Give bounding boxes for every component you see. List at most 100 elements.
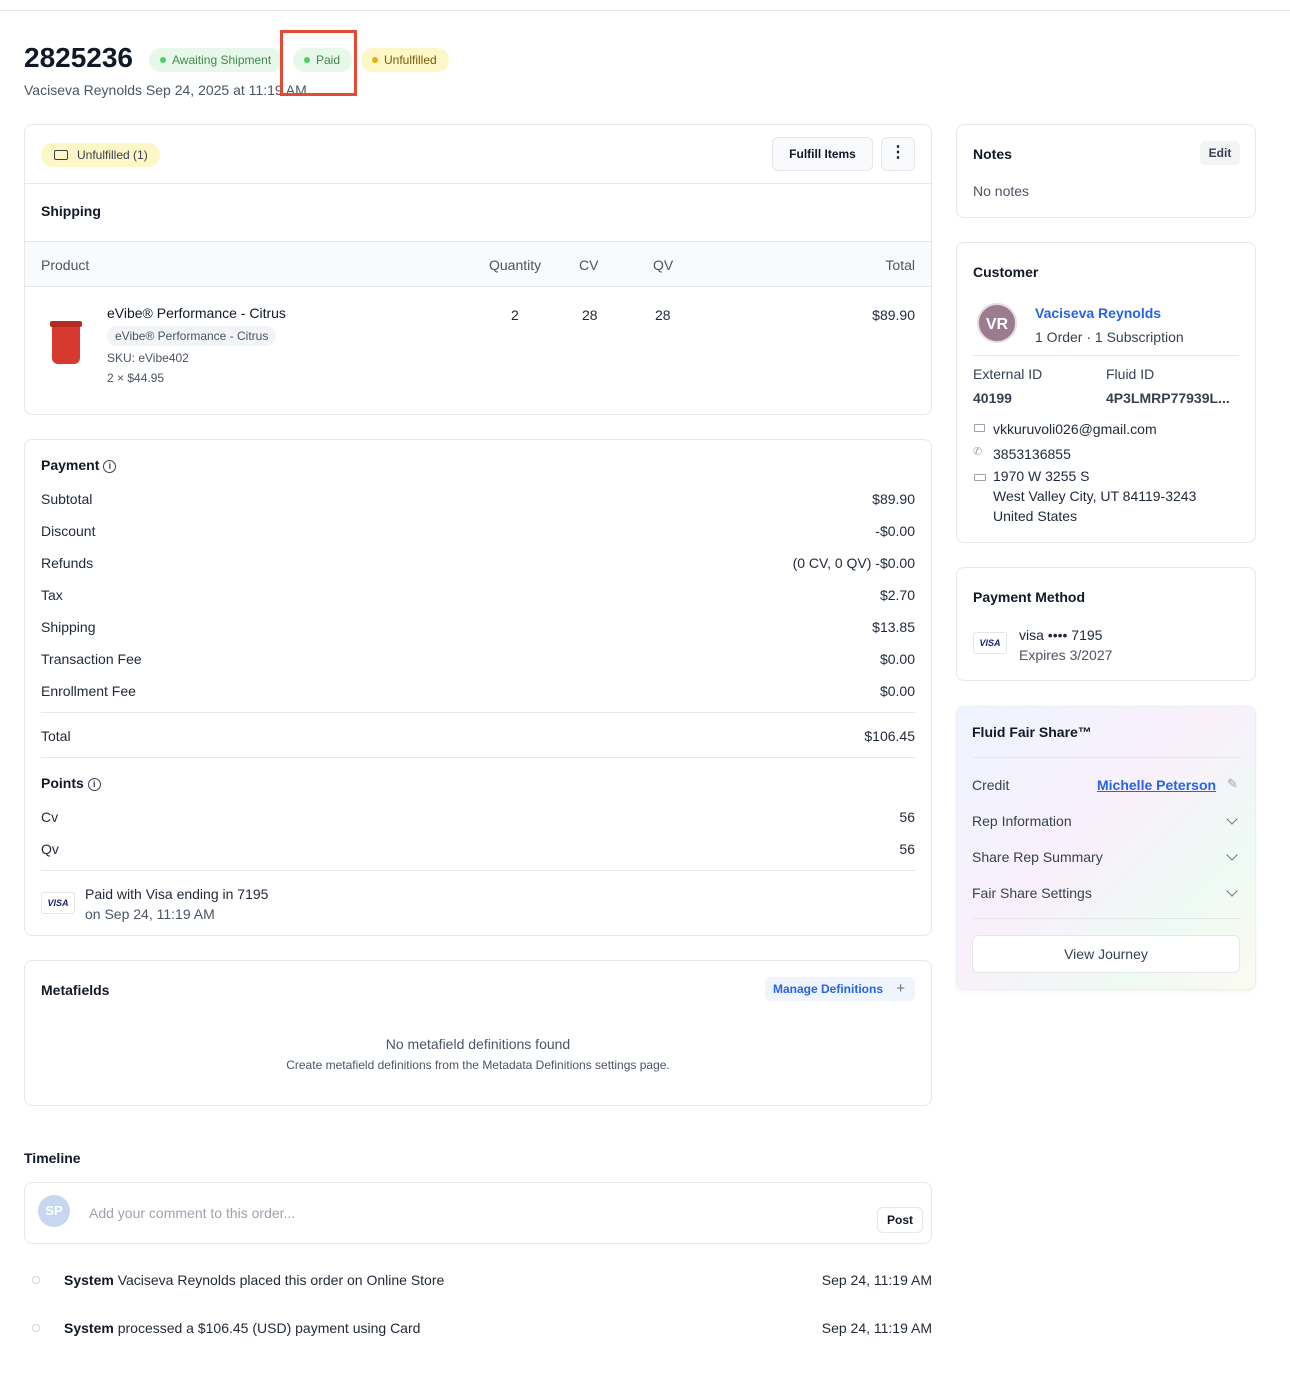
top-divider bbox=[0, 10, 1290, 11]
payment-title: Payment i bbox=[41, 457, 117, 473]
payment-row-value: $0.00 bbox=[879, 683, 915, 699]
divider bbox=[973, 355, 1239, 356]
external-id-value: 40199 bbox=[973, 390, 1012, 406]
credit-label: Credit bbox=[972, 777, 1010, 793]
payment-row-value: $89.90 bbox=[872, 491, 915, 507]
post-button[interactable]: Post bbox=[877, 1207, 923, 1233]
fulfillment-card: Unfulfilled (1) Fulfill Items ⋮ Shipping… bbox=[24, 124, 932, 415]
fair-share-card: Fluid Fair Share™ Credit Michelle Peters… bbox=[956, 706, 1256, 990]
payment-card: Payment i Subtotal $89.90 Discount -$0.00 Ref… bbox=[24, 439, 932, 936]
truck-icon bbox=[974, 474, 986, 481]
notes-title: Notes bbox=[973, 146, 1012, 162]
notes-empty: No notes bbox=[973, 183, 1030, 199]
chevron-down-icon[interactable] bbox=[1226, 849, 1238, 861]
visa-logo-icon: VISA bbox=[41, 892, 75, 914]
chevron-down-icon[interactable] bbox=[1226, 885, 1238, 897]
column-total: Total bbox=[885, 257, 915, 273]
customer-email[interactable]: vkkuruvoli026@gmail.com bbox=[993, 421, 1157, 437]
highlight-box bbox=[280, 30, 357, 96]
more-options-button[interactable]: ⋮ bbox=[881, 137, 915, 171]
fulfill-items-button[interactable]: Fulfill Items bbox=[772, 137, 873, 171]
payment-row-label: Discount bbox=[41, 523, 96, 539]
share-rep-summary-toggle[interactable]: Share Rep Summary bbox=[972, 849, 1103, 865]
customer-phone[interactable]: 3853136855 bbox=[993, 446, 1071, 462]
notes-card: Notes Edit No notes bbox=[956, 124, 1256, 218]
order-subtitle: Vaciseva Reynolds Sep 24, 2025 at 11:19 … bbox=[24, 82, 307, 98]
customer-avatar: VR bbox=[977, 303, 1017, 343]
column-product: Product bbox=[41, 257, 90, 273]
payment-method-title: Payment Method bbox=[973, 589, 1086, 605]
customer-counts: 1 Order · 1 Subscription bbox=[1035, 329, 1184, 345]
view-journey-button[interactable]: View Journey bbox=[972, 935, 1240, 973]
box-icon bbox=[54, 150, 68, 160]
product-variant-chip: eVibe® Performance - Citrus bbox=[107, 326, 277, 346]
customer-title: Customer bbox=[973, 264, 1039, 280]
payment-method-card: Payment Method VISA visa •••• 7195 Expir… bbox=[956, 567, 1256, 681]
timeline-dot bbox=[32, 1324, 40, 1332]
payment-row-value: $0.00 bbox=[879, 651, 915, 667]
column-qv: QV bbox=[653, 257, 674, 273]
order-number: 2825236 bbox=[24, 42, 134, 73]
fair-share-settings-toggle[interactable]: Fair Share Settings bbox=[972, 885, 1092, 901]
points-row-label: Cv bbox=[41, 809, 59, 825]
column-cv: CV bbox=[579, 257, 599, 273]
email-icon bbox=[974, 424, 985, 432]
payment-row-value: -$0.00 bbox=[875, 523, 915, 539]
divider bbox=[41, 712, 915, 713]
info-icon[interactable]: i bbox=[103, 459, 117, 473]
address-country: United States bbox=[993, 508, 1078, 524]
payment-row-label: Shipping bbox=[41, 619, 96, 635]
metafields-empty-title: No metafield definitions found bbox=[385, 1036, 571, 1052]
divider bbox=[41, 757, 915, 758]
product-thumbnail bbox=[50, 321, 82, 364]
visa-logo-icon: VISA bbox=[973, 632, 1007, 654]
total-label: Total bbox=[41, 728, 71, 744]
address-line1: 1970 W 3255 S bbox=[993, 468, 1090, 484]
metafields-empty-desc: Create metafield definitions from the Me… bbox=[286, 1058, 670, 1072]
card-number: visa •••• 7195 bbox=[1019, 627, 1103, 643]
unfulfilled-badge: Unfulfilled bbox=[361, 48, 449, 72]
timeline-event-time: Sep 24, 11:19 AM bbox=[821, 1272, 932, 1288]
manage-definitions-button[interactable]: Manage Definitions + bbox=[765, 977, 916, 1001]
payment-row-label: Refunds bbox=[41, 555, 94, 571]
paid-with-text: Paid with Visa ending in 7195 bbox=[85, 886, 269, 902]
divider bbox=[25, 183, 931, 184]
timeline-dot bbox=[32, 1276, 40, 1284]
points-row-value: 56 bbox=[899, 809, 915, 825]
product-unit-price: 2 × $44.95 bbox=[107, 371, 165, 385]
product-name[interactable]: eVibe® Performance - Citrus bbox=[107, 305, 286, 321]
timeline-event: System Vaciseva Reynolds placed this ord… bbox=[64, 1272, 445, 1288]
edit-notes-button[interactable]: Edit bbox=[1200, 141, 1240, 165]
info-icon[interactable]: i bbox=[87, 777, 101, 791]
points-row-value: 56 bbox=[899, 841, 915, 857]
pencil-icon[interactable]: ✎ bbox=[1227, 776, 1238, 792]
awaiting-shipment-badge: Awaiting Shipment bbox=[149, 48, 284, 72]
rep-information-toggle[interactable]: Rep Information bbox=[972, 813, 1072, 829]
phone-icon: ✆ bbox=[973, 446, 983, 458]
credit-rep-link[interactable]: Michelle Peterson bbox=[1097, 777, 1216, 793]
payment-row-value: $13.85 bbox=[872, 619, 915, 635]
payment-row-label: Transaction Fee bbox=[41, 651, 142, 667]
payment-row-value: $2.70 bbox=[879, 587, 915, 603]
metafields-title: Metafields bbox=[41, 982, 110, 998]
points-row-label: Qv bbox=[41, 841, 59, 857]
payment-row-label: Subtotal bbox=[41, 491, 93, 507]
unfulfilled-chip: Unfulfilled (1) bbox=[41, 143, 160, 167]
comment-input[interactable]: Add your comment to this order... bbox=[89, 1205, 295, 1221]
customer-name-link[interactable]: Vaciseva Reynolds bbox=[1035, 305, 1161, 321]
external-id-label: External ID bbox=[973, 366, 1043, 382]
item-quantity: 2 bbox=[511, 307, 519, 323]
paid-on-text: on Sep 24, 11:19 AM bbox=[85, 906, 215, 922]
payment-row-label: Enrollment Fee bbox=[41, 683, 136, 699]
points-title: Points i bbox=[41, 775, 101, 791]
divider bbox=[41, 870, 915, 871]
address-line2: West Valley City, UT 84119-3243 bbox=[993, 488, 1197, 504]
product-lid bbox=[50, 321, 82, 327]
fair-share-title: Fluid Fair Share™ bbox=[972, 724, 1092, 740]
divider bbox=[972, 918, 1240, 919]
payment-row-value: (0 CV, 0 QV) -$0.00 bbox=[792, 555, 915, 571]
item-cv: 28 bbox=[582, 307, 598, 323]
table-header: Product Quantity CV QV Total bbox=[25, 241, 931, 287]
payment-row-label: Tax bbox=[41, 587, 63, 603]
chevron-down-icon[interactable] bbox=[1226, 813, 1238, 825]
